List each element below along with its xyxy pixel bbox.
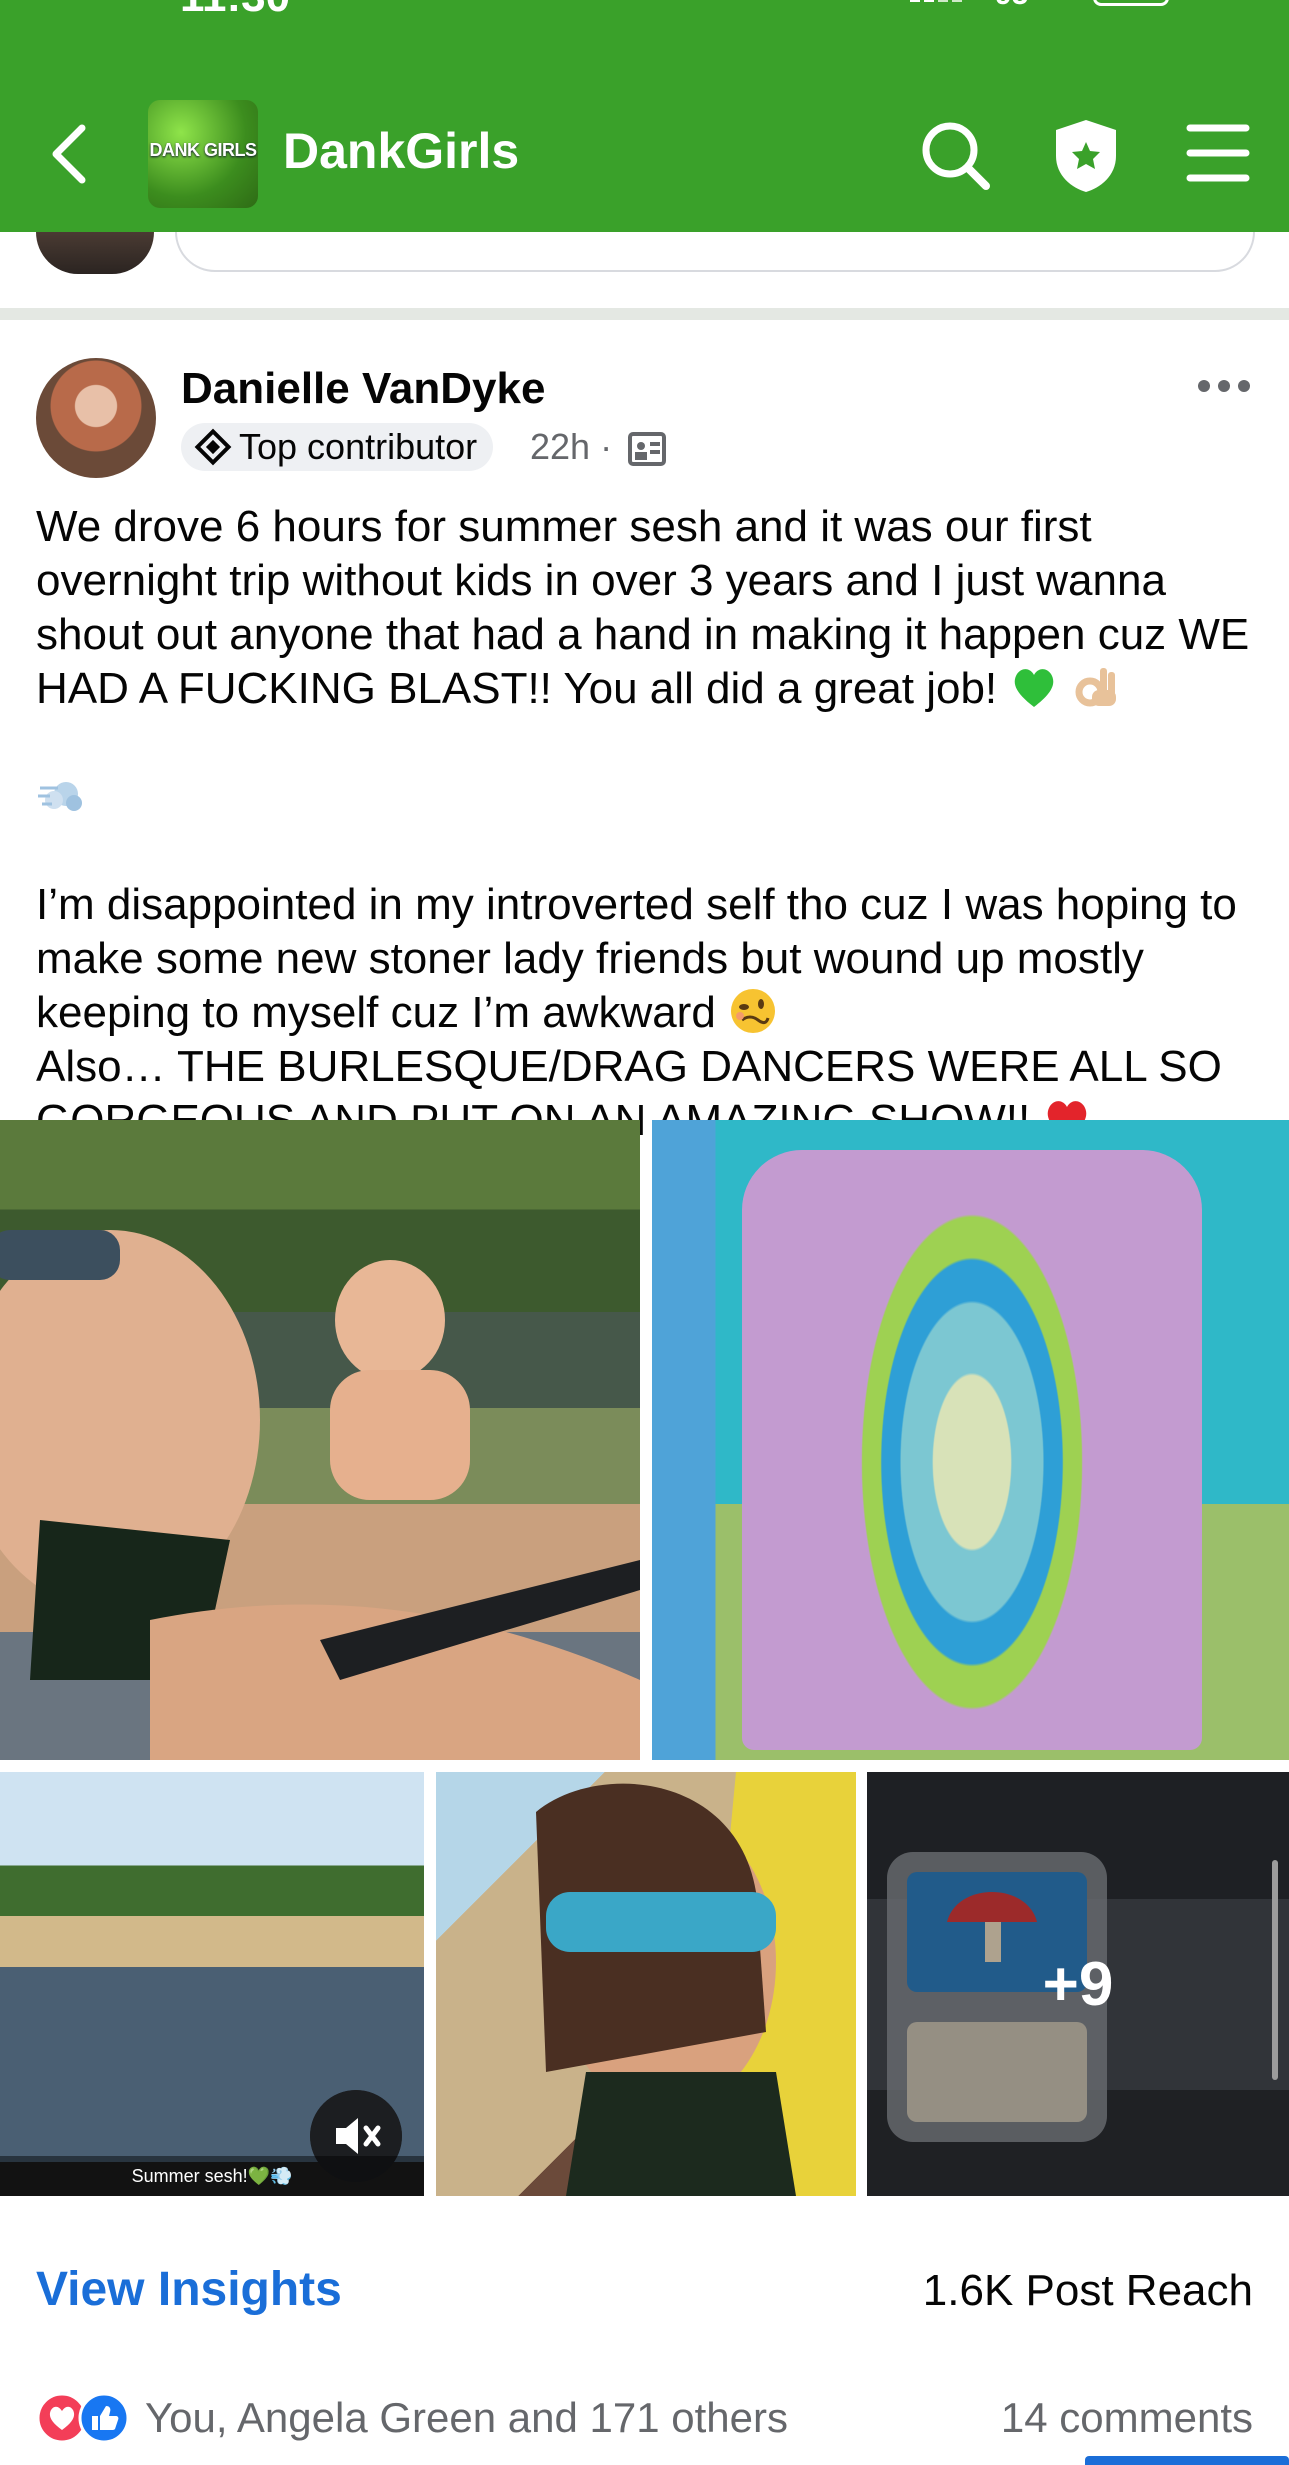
comments-count[interactable]: 14 comments	[1001, 2394, 1253, 2442]
post-photo-4[interactable]	[436, 1772, 856, 2196]
group-name[interactable]: DankGirls	[283, 122, 519, 180]
reactions-summary[interactable]: You, Angela Green and 171 others	[145, 2394, 788, 2442]
woozy-face-emoji	[731, 989, 776, 1033]
post-reach: 1.6K Post Reach	[922, 2266, 1253, 2315]
post-photo-2[interactable]	[652, 1120, 1289, 1760]
video-caption: Summer sesh!💚💨	[0, 2156, 424, 2196]
post-paragraph-2: I’m disappointed in my introverted self …	[36, 880, 1250, 1037]
photo-1-scene	[0, 1230, 640, 1760]
contributor-badge[interactable]: Top contributor	[181, 423, 494, 471]
more-photos-overlay[interactable]: +9	[867, 1772, 1289, 2196]
post-body: We drove 6 hours for summer sesh and it …	[36, 500, 1256, 1148]
signal-icon	[910, 0, 962, 2]
author-avatar[interactable]	[36, 358, 156, 478]
shield-icon[interactable]	[1052, 118, 1120, 194]
author-name[interactable]: Danielle VanDyke	[181, 364, 545, 414]
ok-hand-emoji	[1075, 668, 1116, 707]
top-app-bar: 11:30 95 DANK GIRLS DankGirls	[0, 0, 1289, 232]
tie-dye-shirt	[742, 1150, 1202, 1750]
menu-icon[interactable]	[1186, 120, 1250, 186]
group-avatar[interactable]: DANK GIRLS	[148, 100, 258, 208]
composer-avatar[interactable]	[36, 232, 154, 274]
composer-input[interactable]	[175, 232, 1255, 272]
feed-divider	[0, 308, 1289, 320]
battery-percent: 95	[995, 0, 1028, 12]
tab-indicator	[1085, 2456, 1289, 2465]
group-logo-text: DANK GIRLS	[149, 140, 258, 160]
view-insights-link[interactable]: View Insights	[36, 2262, 342, 2317]
more-icon[interactable]	[1196, 374, 1252, 398]
photo-4-scene	[536, 1772, 856, 2196]
scrollbar[interactable]	[1272, 1860, 1278, 2080]
status-time: 11:30	[180, 0, 290, 22]
dash-emoji	[38, 782, 82, 811]
like-reaction-icon	[78, 2392, 130, 2444]
green-heart-emoji	[1015, 669, 1054, 707]
privacy-icon	[628, 432, 666, 466]
post-video-3[interactable]: Summer sesh!💚💨	[0, 1772, 424, 2196]
contributor-icon	[194, 428, 232, 466]
search-icon[interactable]	[918, 118, 992, 192]
post-photo-1[interactable]	[0, 1120, 640, 1760]
battery-icon	[1093, 0, 1169, 6]
post-photo-5[interactable]: +9	[867, 1772, 1289, 2196]
reaction-icons[interactable]	[36, 2392, 132, 2444]
badge-label: Top contributor	[239, 426, 478, 467]
back-icon[interactable]	[44, 122, 96, 186]
post-time[interactable]: 22h ·	[530, 426, 612, 468]
